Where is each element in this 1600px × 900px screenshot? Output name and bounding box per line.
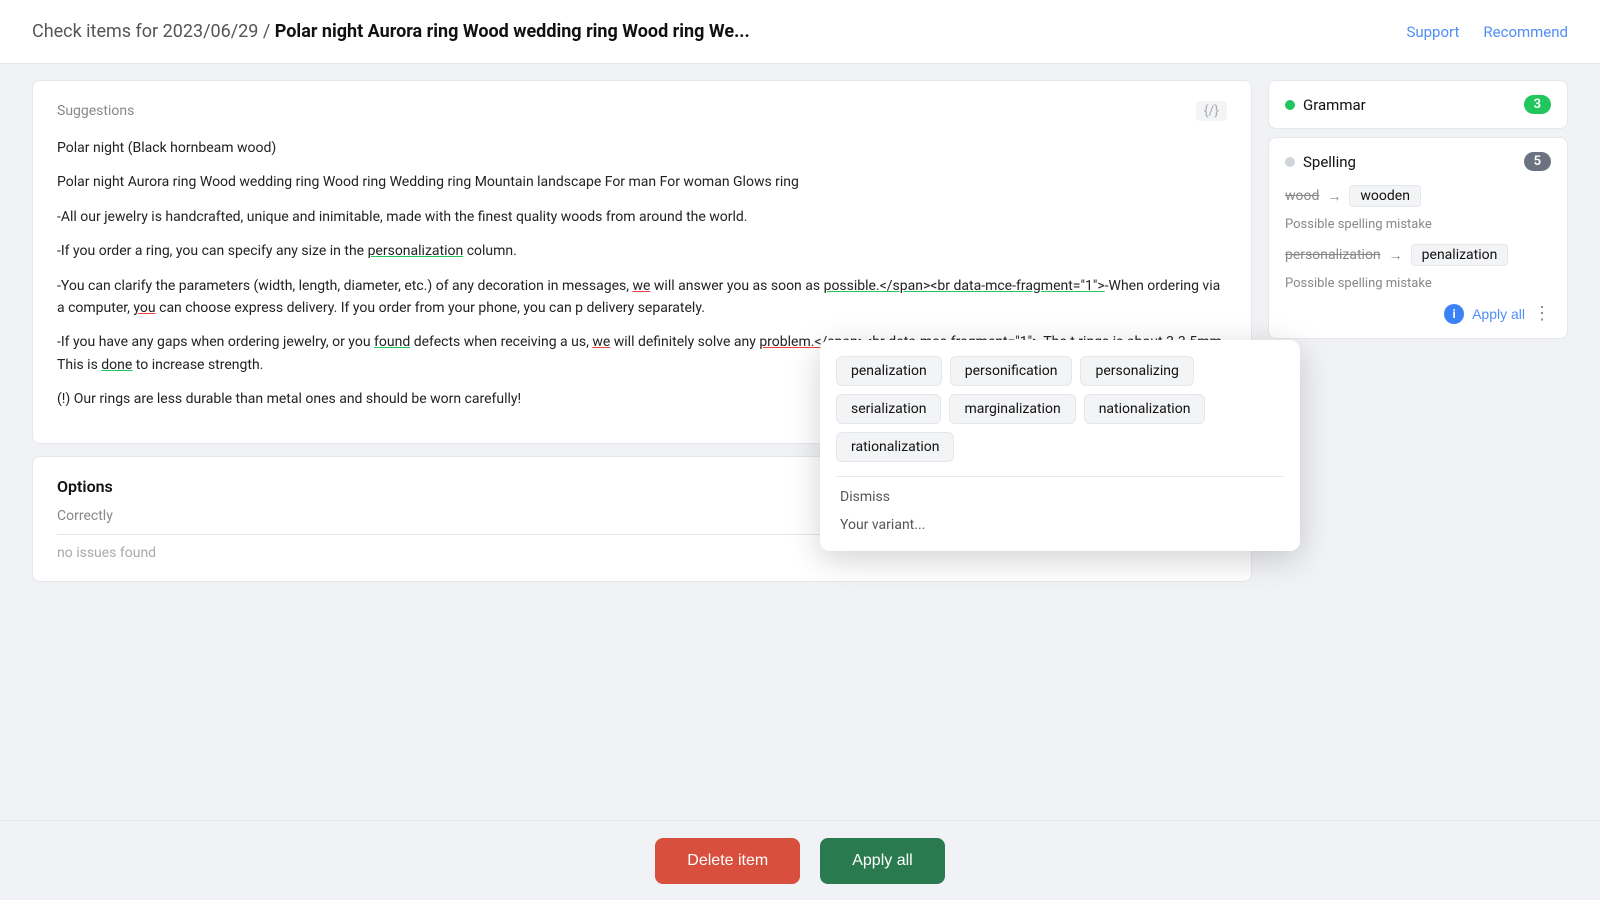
content-para4: -You can clarify the parameters (width, … [57,275,1227,320]
content-para3: -If you order a ring, you can specify an… [57,240,1227,262]
spelling-badge: 5 [1524,152,1551,171]
suggestions-icon: {/} [1196,101,1227,121]
chip-penalization[interactable]: penalization [836,356,942,386]
we-word2: we [592,334,610,350]
spelling-section: Spelling 5 wood → wooden Possible spelli… [1268,137,1568,339]
grammar-card: Grammar 3 [1268,80,1568,129]
bottom-bar: Delete item Apply all [0,820,1600,900]
word-new-2[interactable]: penalization [1411,244,1509,266]
content-para2: -All our jewelry is handcrafted, unique … [57,206,1227,228]
dropdown-divider [836,476,1284,477]
suggestion-row-2: personalization → penalization [1285,244,1551,266]
content-para1: Polar night Aurora ring Wood wedding rin… [57,171,1227,193]
header: Check items for 2023/06/29 / Polar night… [0,0,1600,64]
suggestions-label: Suggestions [57,103,134,119]
done-word: done [101,357,132,373]
chip-personification[interactable]: personification [950,356,1073,386]
breadcrumb-base: Check items for 2023/06/29 [32,21,258,42]
support-link[interactable]: Support [1406,23,1459,41]
page-title: Polar night Aurora ring Wood wedding rin… [275,21,750,42]
grammar-badge: 3 [1524,95,1551,114]
spelling-label: Spelling [1285,153,1356,171]
possible-word: possible.</span><br data-mce-fragment="1… [824,278,1105,294]
spelling-dropdown: penalization personification personalizi… [820,340,1300,551]
we-word: we [632,278,650,294]
personalization-word: personalization [368,243,464,259]
more-options-button[interactable]: ⋮ [1533,303,1551,324]
chip-serialization[interactable]: serialization [836,394,941,424]
word-old-1: wood [1285,188,1319,204]
header-links: Support Recommend [1406,23,1568,41]
spelling-text: Spelling [1303,153,1356,171]
breadcrumb-separator: / [263,21,275,42]
found-word: found [374,334,410,350]
possible-mistake-2: Possible spelling mistake [1285,276,1551,291]
suggestion-row-1: wood → wooden [1285,185,1551,207]
chip-nationalization[interactable]: nationalization [1084,394,1206,424]
apply-all-button-right[interactable]: Apply all [1472,306,1525,322]
word-old-2: personalization [1285,247,1381,263]
spelling-header: Spelling 5 [1285,152,1551,171]
grammar-text: Grammar [1303,96,1366,114]
chip-rationalization[interactable]: rationalization [836,432,954,462]
you-word: you [133,300,155,316]
recommend-link[interactable]: Recommend [1483,23,1568,41]
grammar-dot [1285,100,1295,110]
grammar-label: Grammar [1285,96,1366,114]
info-icon: i [1444,304,1464,324]
possible-mistake-1: Possible spelling mistake [1285,217,1551,232]
dropdown-your-variant[interactable]: Your variant... [836,511,1284,539]
apply-all-button-bottom[interactable]: Apply all [820,838,944,884]
arrow-2: → [1389,247,1403,264]
spelling-dot [1285,157,1295,167]
apply-all-row: i Apply all ⋮ [1285,303,1551,324]
chip-marginalization[interactable]: marginalization [949,394,1075,424]
breadcrumb: Check items for 2023/06/29 / Polar night… [32,21,750,42]
dropdown-chips: penalization personification personalizi… [836,356,1284,462]
content-line1: Polar night (Black hornbeam wood) [57,137,1227,159]
suggestions-header: Suggestions {/} [57,101,1227,121]
word-new-1[interactable]: wooden [1349,185,1421,207]
dropdown-dismiss[interactable]: Dismiss [836,483,1284,511]
delete-item-button[interactable]: Delete item [655,838,800,884]
right-panel: Grammar 3 Spelling 5 wood → wooden Possi… [1268,80,1568,884]
chip-personalizing[interactable]: personalizing [1080,356,1193,386]
arrow-1: → [1327,188,1341,205]
main-layout: Suggestions {/} Polar night (Black hornb… [0,64,1600,900]
